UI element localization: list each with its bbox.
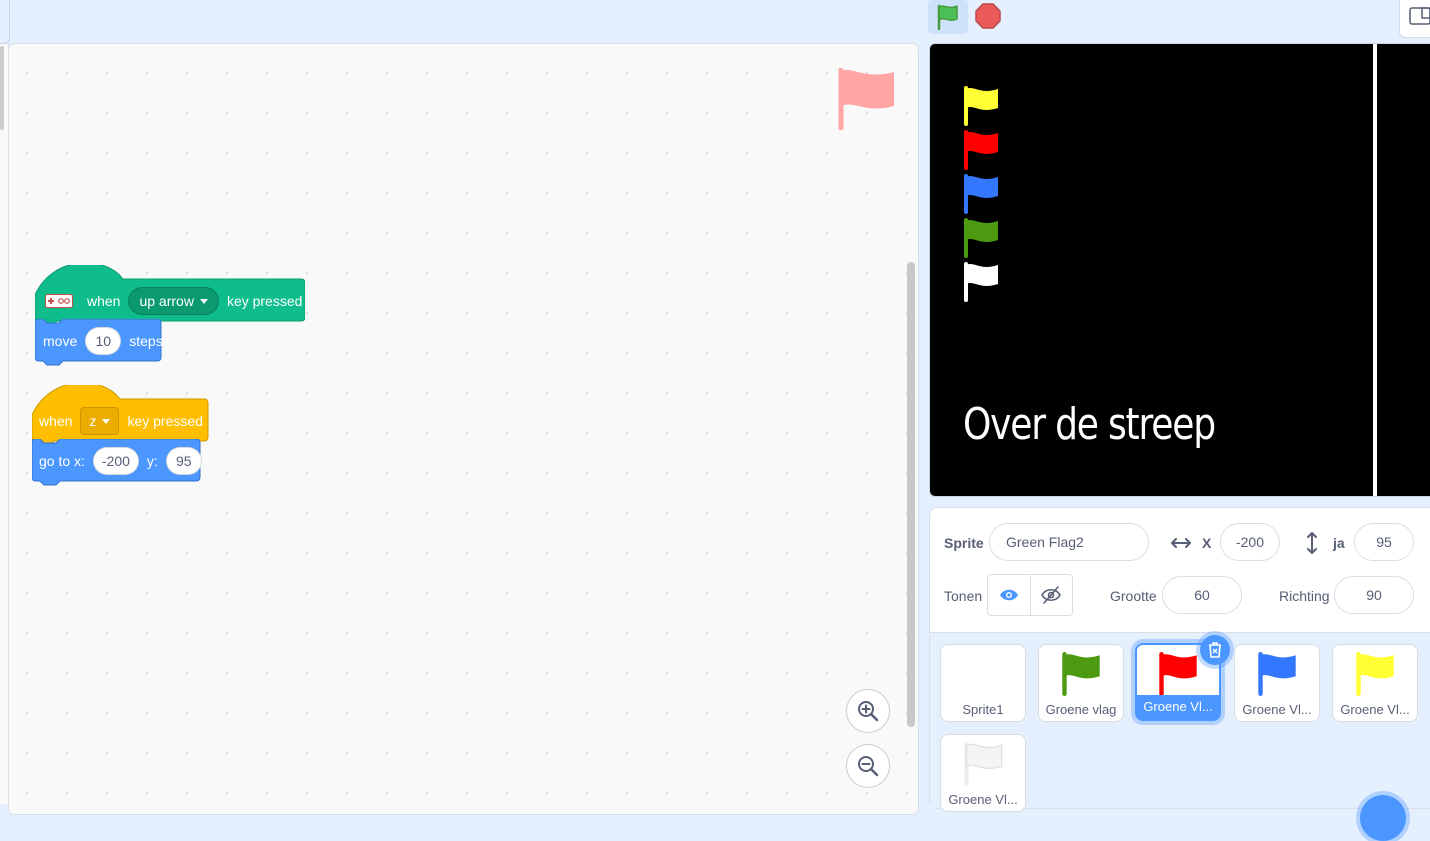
sprite-tile-name: Groene vlag (1045, 702, 1117, 717)
trash-icon (1209, 642, 1221, 658)
chevron-down-icon (199, 298, 208, 304)
show-sprite-button[interactable] (988, 575, 1030, 615)
x-input[interactable]: -200 (92, 447, 139, 475)
small-stage-button[interactable] (1399, 0, 1430, 38)
red-flag-icon (1159, 652, 1197, 696)
stop-sign-icon (975, 3, 1001, 29)
y-position-input[interactable]: 95 (1354, 523, 1414, 561)
sprite-tile-name: Groene Vl... (1340, 702, 1410, 717)
y-label: y: (146, 453, 158, 469)
white-flag-sprite[interactable] (963, 262, 999, 302)
key-dropdown-value: up arrow (139, 293, 194, 309)
zoom-out-icon (858, 756, 879, 777)
top-toolbar (0, 0, 1430, 44)
key-dropdown-value: z (89, 413, 97, 429)
hat-when-label: when (39, 413, 73, 429)
x-position-arrows-icon (1171, 538, 1191, 548)
stage[interactable]: Over de streep (929, 43, 1430, 497)
x-position-input[interactable]: -200 (1220, 523, 1280, 561)
sprite-watermark (838, 67, 896, 135)
steps-input[interactable]: 10 (85, 327, 122, 355)
hat-suffix-label: key pressed (226, 293, 303, 309)
small-stage-icon (1409, 7, 1430, 25)
sprite-tile[interactable]: Sprite1 (940, 644, 1026, 722)
sprite-tile[interactable]: Groene Vl... (1234, 644, 1320, 722)
go-to-label: go to x: (39, 453, 85, 469)
green-flag-sprite[interactable] (963, 218, 999, 258)
makey-makey-icon (45, 294, 73, 308)
finish-line (1373, 44, 1377, 496)
visibility-toggle (987, 574, 1073, 616)
green-flag-icon (1062, 652, 1100, 696)
green-flag-icon (937, 4, 958, 30)
y-label: ja (1333, 535, 1345, 551)
key-dropdown[interactable]: z (80, 407, 120, 435)
add-sprite-button[interactable] (1360, 795, 1406, 841)
delete-sprite-button[interactable] (1200, 635, 1230, 665)
white-flag-icon (964, 742, 1003, 786)
stop-button[interactable] (972, 0, 1004, 32)
steps-label: steps (129, 333, 163, 349)
blue-flag-sprite[interactable] (963, 174, 999, 214)
sprite-name-input[interactable]: Green Flag2 (989, 523, 1149, 561)
palette-scrollbar[interactable] (0, 46, 4, 130)
key-dropdown[interactable]: up arrow (128, 287, 219, 315)
chevron-down-icon (102, 418, 111, 424)
eye-slash-icon (1041, 586, 1062, 604)
sprite-thumbnail (1235, 651, 1319, 697)
hide-sprite-button[interactable] (1029, 575, 1073, 615)
size-input[interactable]: 60 (1162, 576, 1242, 614)
sprite-tile[interactable]: Groene Vl... (940, 734, 1026, 812)
zoom-in-icon (858, 701, 879, 722)
size-label: Grootte (1110, 588, 1157, 604)
sprite-tile-name: Groene Vl... (1137, 695, 1219, 719)
hat-suffix-label: key pressed (127, 413, 203, 429)
yellow-flag-sprite[interactable] (963, 86, 999, 126)
show-label: Tonen (944, 588, 983, 604)
workspace-scrollbar[interactable] (907, 262, 915, 727)
hat-when-label: when (87, 293, 121, 309)
red-flag-sprite[interactable] (963, 130, 999, 170)
x-label: X (1202, 535, 1212, 551)
zoom-in-button[interactable] (846, 689, 890, 733)
zoom-out-button[interactable] (846, 744, 890, 788)
sprite-label: Sprite (944, 535, 984, 551)
sprite-tile-name: Sprite1 (962, 702, 1004, 717)
sprite-tile-name: Groene Vl... (1242, 702, 1312, 717)
y-position-arrows-icon (1307, 532, 1317, 554)
sprite-thumbnail (1333, 651, 1417, 697)
code-workspace[interactable]: when up arrow key pressed move 10 steps … (8, 43, 919, 815)
flag-icon (838, 67, 894, 131)
sprite-tile[interactable]: Groene Vl... (1332, 644, 1418, 722)
sprite-thumbnail (1039, 651, 1123, 697)
move-label: move (43, 333, 78, 349)
eye-icon (999, 589, 1018, 601)
editor-tab-edge[interactable] (0, 0, 10, 44)
green-flag-button[interactable] (928, 0, 968, 34)
blue-flag-icon (1258, 652, 1296, 696)
sprite-tile[interactable]: Groene vlag (1038, 644, 1124, 722)
direction-input[interactable]: 90 (1334, 576, 1414, 614)
sprite-tile-name: Groene Vl... (948, 792, 1018, 807)
sprite-thumbnail (941, 741, 1025, 787)
yellow-flag-icon (1356, 652, 1394, 696)
stage-title-text: Over de streep (963, 399, 1216, 450)
direction-label: Richting (1279, 588, 1330, 604)
y-input[interactable]: 95 (165, 447, 202, 475)
sprite-thumbnail (941, 651, 1025, 697)
